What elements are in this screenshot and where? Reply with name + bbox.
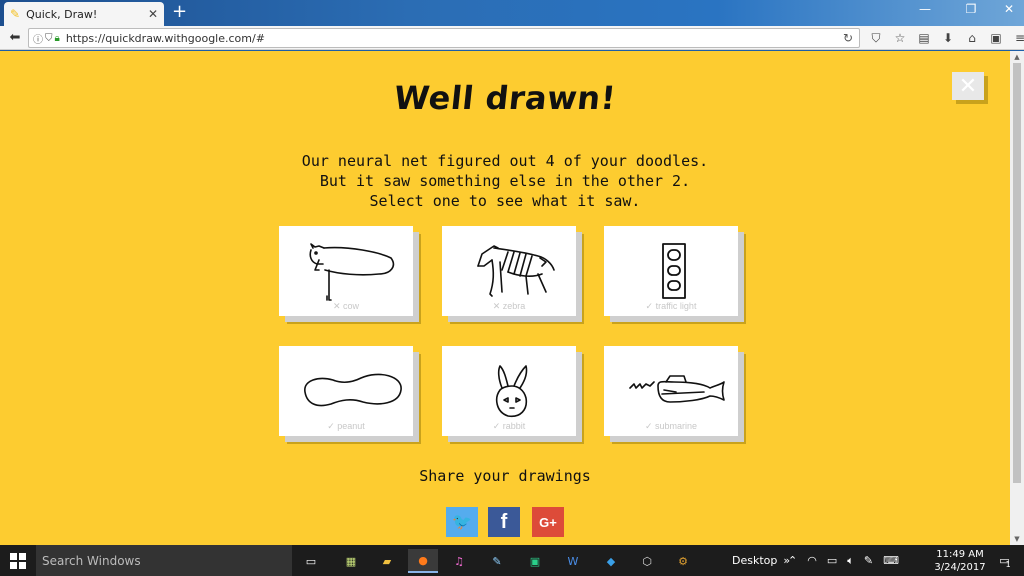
lock-icon: 🔒︎ bbox=[54, 32, 60, 44]
home-icon[interactable]: ⌂ bbox=[960, 29, 984, 47]
browser-navbar: ⬅ ⓘ ⛉ 🔒︎ https://quickdraw.withgoogle.co… bbox=[0, 26, 1024, 50]
doodle-card-zebra[interactable]: ✕ zebra bbox=[442, 226, 576, 316]
show-hidden-icons-icon[interactable]: ⌃ bbox=[788, 554, 797, 567]
taskbar-clock[interactable]: 11:49 AM 3/24/2017 bbox=[932, 548, 988, 574]
toolbar-icons: ⛉ ☆ ▤ ⬇ ⌂ ▣ ≡ bbox=[864, 29, 1024, 47]
scroll-down-icon[interactable]: ▼ bbox=[1010, 535, 1024, 543]
clock-date: 3/24/2017 bbox=[934, 562, 986, 573]
desktop-label[interactable]: Desktop bbox=[732, 554, 777, 567]
new-tab-button[interactable]: + bbox=[172, 3, 187, 21]
3d-builder-icon[interactable]: ⬡ bbox=[632, 549, 662, 573]
share-heading: Share your drawings bbox=[419, 467, 591, 485]
facebook-icon: f bbox=[500, 510, 508, 533]
menu-icon[interactable]: ≡ bbox=[1008, 29, 1024, 47]
intro-line: Select one to see what it saw. bbox=[369, 192, 641, 210]
page-scrollbar[interactable]: ▲ ▼ bbox=[1010, 51, 1024, 545]
minimize-button[interactable]: — bbox=[910, 2, 940, 16]
network-app-icon[interactable]: ⚙ bbox=[668, 549, 698, 573]
itunes-icon[interactable]: ♫ bbox=[444, 549, 474, 573]
tab-close-icon[interactable]: ✕ bbox=[148, 7, 158, 21]
action-center-button[interactable]: ▭ 1 bbox=[992, 545, 1018, 576]
desktop-toolbar[interactable]: Desktop » bbox=[732, 545, 790, 576]
google-plus-icon: G+ bbox=[539, 514, 557, 530]
taskbar-search-text[interactable]: Search Windows bbox=[42, 554, 141, 568]
doodle-card-rabbit[interactable]: ✓ rabbit bbox=[442, 346, 576, 436]
doodle-label: ✓ peanut bbox=[327, 421, 365, 431]
url-bar[interactable]: ⓘ ⛉ 🔒︎ https://quickdraw.withgoogle.com/… bbox=[28, 28, 860, 48]
windows-taskbar: Search Windows ▭ ▦ ▰ ● ♫ ✎ ▣ W ◆ ⬡ ⚙ Des… bbox=[0, 545, 1024, 576]
url-text[interactable]: https://quickdraw.withgoogle.com/# bbox=[66, 32, 265, 45]
firefox-icon[interactable]: ● bbox=[408, 549, 438, 573]
pen-icon[interactable]: ✎ bbox=[864, 554, 873, 567]
back-button[interactable]: ⬅ bbox=[4, 27, 26, 49]
app-icon-editor[interactable]: ▦ bbox=[336, 549, 366, 573]
task-view-icon[interactable]: ▭ bbox=[296, 549, 326, 573]
window-close-button[interactable]: ✕ bbox=[994, 2, 1024, 16]
pycharm-icon[interactable]: ▣ bbox=[520, 549, 550, 573]
pocket-icon[interactable]: ⛉ bbox=[864, 29, 888, 47]
shield-icon[interactable]: ⛉ bbox=[45, 33, 53, 44]
keyboard-icon[interactable]: ⌨ bbox=[883, 554, 899, 567]
visual-studio-icon[interactable]: ◆ bbox=[596, 549, 626, 573]
download-icon[interactable]: ⬇ bbox=[936, 29, 960, 47]
browser-tab[interactable]: ✎ Quick, Draw! ✕ bbox=[4, 2, 164, 26]
back-arrow-icon: ⬅ bbox=[9, 30, 21, 45]
scroll-up-icon[interactable]: ▲ bbox=[1010, 53, 1024, 61]
notification-count: 1 bbox=[1005, 560, 1011, 569]
quickdraw-favicon-icon: ✎ bbox=[10, 7, 21, 21]
scrollbar-thumb[interactable] bbox=[1013, 63, 1021, 483]
reading-list-icon[interactable]: ▤ bbox=[912, 29, 936, 47]
twitter-share-button[interactable]: 🐦 bbox=[446, 507, 478, 537]
bookmark-star-icon[interactable]: ☆ bbox=[888, 29, 912, 47]
taskbar-search-box[interactable]: Search Windows bbox=[36, 545, 292, 576]
doodle-label: ✕ zebra bbox=[492, 301, 526, 311]
windows-logo-icon bbox=[10, 552, 26, 569]
file-explorer-icon[interactable]: ▰ bbox=[372, 549, 402, 573]
facebook-share-button[interactable]: f bbox=[488, 507, 520, 537]
start-button[interactable] bbox=[0, 545, 36, 576]
reload-icon[interactable]: ↻ bbox=[843, 31, 853, 45]
doodle-label: ✓ traffic light bbox=[645, 301, 697, 311]
maximize-button[interactable]: ❐ bbox=[956, 2, 986, 16]
paint-icon[interactable]: ✎ bbox=[482, 549, 512, 573]
google-plus-share-button[interactable]: G+ bbox=[532, 507, 564, 537]
doodle-label: ✕ cow bbox=[332, 301, 360, 311]
doodle-label: ✓ submarine bbox=[644, 421, 698, 431]
intro-line: But it saw something else in the other 2… bbox=[319, 172, 691, 190]
browser-titlebar: ✎ Quick, Draw! ✕ + — ❐ ✕ bbox=[0, 0, 1024, 26]
clock-time: 11:49 AM bbox=[936, 549, 984, 560]
page-title: Well drawn! bbox=[392, 79, 618, 117]
doodle-card-traffic-light[interactable]: ✓ traffic light bbox=[604, 226, 738, 316]
twitter-icon: 🐦 bbox=[452, 514, 472, 531]
doodle-card-cow[interactable]: ✕ cow bbox=[279, 226, 413, 316]
doodle-label: ✓ rabbit bbox=[492, 421, 526, 431]
word-icon[interactable]: W bbox=[558, 549, 588, 573]
system-tray: ⌃ ◠ ▭ 🔈︎ ✎ ⌨ bbox=[788, 545, 899, 576]
info-icon[interactable]: ⓘ bbox=[33, 31, 43, 46]
intro-line: Our neural net figured out 4 of your doo… bbox=[301, 152, 709, 170]
wifi-icon[interactable]: ◠ bbox=[807, 554, 817, 567]
doodle-card-submarine[interactable]: ✓ submarine bbox=[604, 346, 738, 436]
volume-icon[interactable]: 🔈︎ bbox=[847, 554, 854, 568]
doodle-card-peanut[interactable]: ✓ peanut bbox=[279, 346, 413, 436]
tab-title: Quick, Draw! bbox=[26, 7, 98, 21]
quickdraw-page: ✕ Well drawn! Our neural net figured out… bbox=[0, 51, 1010, 545]
intro-text: Our neural net figured out 4 of your doo… bbox=[0, 151, 1010, 211]
battery-icon[interactable]: ▭ bbox=[827, 554, 837, 567]
extension-icon[interactable]: ▣ bbox=[984, 29, 1008, 47]
